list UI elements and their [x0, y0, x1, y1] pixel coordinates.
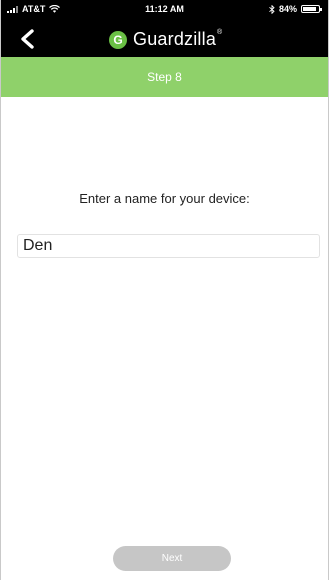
app-screen: AT&T 11:12 AM 84% G Guardzilla® Step 8 E…	[0, 0, 329, 580]
brand-name-text: Guardzilla	[133, 29, 217, 49]
status-right: 84%	[269, 4, 322, 14]
guardzilla-logo-icon: G	[109, 30, 127, 49]
nav-bar: G Guardzilla®	[1, 22, 328, 56]
battery-icon	[301, 5, 322, 13]
brand-logo: G Guardzilla®	[109, 29, 222, 50]
next-button[interactable]: Next	[113, 546, 231, 571]
status-bar: AT&T 11:12 AM 84%	[1, 0, 328, 18]
back-button[interactable]	[17, 27, 39, 51]
bluetooth-icon	[269, 4, 275, 14]
device-name-input[interactable]	[17, 234, 320, 258]
step-banner: Step 8	[1, 57, 328, 97]
chevron-left-icon	[21, 29, 34, 49]
battery-percent: 84%	[278, 4, 297, 14]
battery-fill	[303, 7, 316, 11]
top-bar: AT&T 11:12 AM 84% G Guardzilla®	[1, 0, 328, 57]
brand-registered-mark: ®	[217, 29, 223, 36]
device-name-prompt: Enter a name for your device:	[79, 191, 250, 206]
step-label: Step 8	[147, 70, 182, 84]
brand-name: Guardzilla®	[133, 29, 222, 50]
